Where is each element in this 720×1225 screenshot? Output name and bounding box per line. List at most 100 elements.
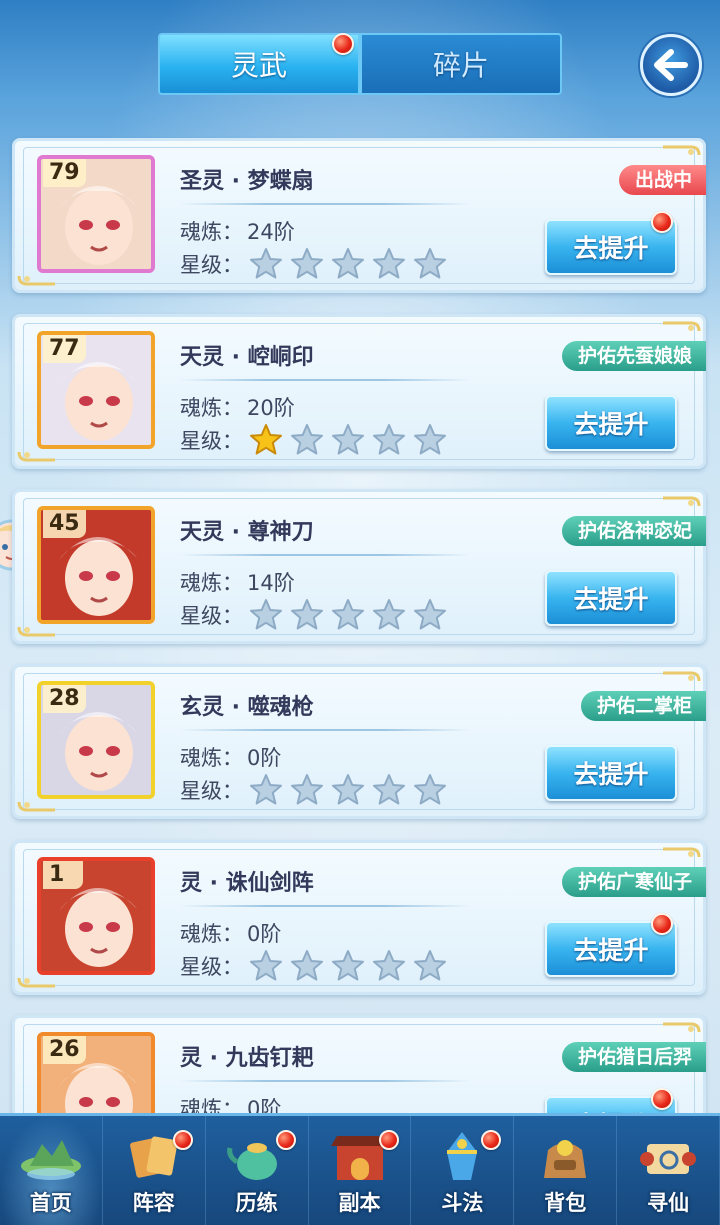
weapon-portrait[interactable]: 28 [37, 681, 155, 799]
tab-bar: 灵武 碎片 [158, 33, 562, 95]
star-rating: 星级： [180, 598, 454, 632]
nav-item-teapot-training[interactable]: 历练 [206, 1116, 309, 1225]
star-empty-icon [373, 950, 405, 981]
tab-weapons[interactable]: 灵武 [158, 33, 360, 95]
tab-fragments[interactable]: 碎片 [360, 33, 562, 95]
tab-fragments-label: 碎片 [432, 49, 489, 82]
notification-dot-icon [651, 211, 673, 233]
weapon-portrait[interactable]: 77 [37, 331, 155, 449]
star-rating: 星级： [180, 247, 454, 281]
star-label: 星级： [180, 253, 243, 277]
weapon-name: 灵 · 九齿钉耙 [180, 1046, 314, 1071]
star-empty-icon [291, 248, 323, 279]
corner-ornament-icon [663, 321, 701, 332]
divider [180, 905, 470, 907]
tab-weapons-label: 灵武 [230, 49, 287, 82]
divider [180, 729, 470, 731]
upgrade-button[interactable]: 去提升 [545, 570, 677, 626]
star-rating: 星级： [180, 949, 454, 983]
corner-ornament-icon [17, 801, 55, 812]
refine-level: 魂炼： 24阶 [180, 216, 295, 246]
nav-label: 副本 [338, 1191, 381, 1215]
corner-ornament-icon [663, 1022, 701, 1033]
refine-label: 魂炼： [180, 922, 243, 946]
divider [180, 554, 470, 556]
star-rating: 星级： [180, 423, 454, 457]
upgrade-button[interactable]: 去提升 [545, 395, 677, 451]
weapon-name: 灵 · 诛仙剑阵 [180, 871, 314, 896]
weapon-card[interactable]: 79 圣灵 · 梦蝶扇 魂炼： 24阶 星级： 出战中 去提升 [12, 138, 706, 293]
nav-item-home-island[interactable]: 首页 [0, 1116, 103, 1225]
notification-dot-icon [172, 1130, 193, 1150]
weapon-name: 圣灵 · 梦蝶扇 [180, 169, 314, 194]
star-empty-icon [291, 950, 323, 981]
status-badge: 护佑广寒仙子 [561, 867, 706, 897]
level-badge: 28 [43, 685, 86, 713]
notification-dot-icon [332, 33, 354, 55]
weapon-card[interactable]: 28 玄灵 · 噬魂枪 魂炼： 0阶 星级： 护佑二掌柜 去提升 [12, 664, 706, 819]
star-empty-icon [373, 248, 405, 279]
level-badge: 77 [43, 335, 86, 363]
star-empty-icon [291, 599, 323, 630]
corner-ornament-icon [663, 671, 701, 682]
home-island-icon [20, 1140, 81, 1180]
star-empty-icon [414, 774, 446, 805]
upgrade-button[interactable]: 去提升 [545, 745, 677, 801]
weapon-card[interactable]: 1 灵 · 诛仙剑阵 魂炼： 0阶 星级： 护佑广寒仙子去提升 [12, 840, 706, 995]
refine-label: 魂炼： [180, 571, 243, 595]
star-empty-icon [373, 599, 405, 630]
refine-value: 24阶 [247, 220, 295, 244]
refine-label: 魂炼： [180, 396, 243, 420]
nav-item-gate-dungeon[interactable]: 副本 [309, 1116, 412, 1225]
divider [180, 379, 470, 381]
nav-item-bag[interactable]: 背包 [514, 1116, 618, 1225]
star-empty-icon [250, 950, 282, 981]
nav-item-cards-lineup[interactable]: 阵容 [103, 1116, 206, 1225]
weapon-portrait[interactable]: 79 [37, 155, 155, 273]
status-badge: 护佑洛神宓妃 [561, 516, 706, 546]
nav-label: 首页 [29, 1191, 72, 1215]
upgrade-button[interactable]: 去提升 [545, 211, 677, 275]
notification-dot-icon [651, 1088, 673, 1110]
notification-dot-icon [378, 1130, 399, 1150]
star-label: 星级： [180, 429, 243, 453]
bag-icon [544, 1140, 587, 1178]
star-empty-icon [250, 599, 282, 630]
upgrade-button-label: 去提升 [573, 410, 649, 439]
back-button[interactable] [640, 34, 702, 96]
upgrade-button-label: 去提升 [573, 760, 649, 789]
star-empty-icon [414, 950, 446, 981]
nav-item-scroll-search[interactable]: 寻仙 [617, 1116, 720, 1225]
star-empty-icon [332, 774, 364, 805]
refine-level: 魂炼： 20阶 [180, 392, 295, 422]
star-rating: 星级： [180, 773, 454, 807]
level-badge: 1 [43, 861, 83, 889]
refine-value: 14阶 [247, 571, 295, 595]
bottom-nav: 首页 阵容 历练 副本 斗法 背包 寻仙 [0, 1113, 720, 1225]
weapon-card[interactable]: 45 天灵 · 尊神刀 魂炼： 14阶 星级： 护佑洛神宓妃 去提升 [12, 489, 706, 644]
star-empty-icon [332, 424, 364, 455]
star-empty-icon [414, 248, 446, 279]
weapon-portrait[interactable]: 1 [37, 857, 155, 975]
upgrade-button-label: 去提升 [573, 585, 649, 614]
corner-ornament-icon [17, 451, 55, 462]
nav-label: 阵容 [132, 1191, 175, 1215]
upgrade-button-label: 去提升 [573, 234, 649, 263]
nav-label: 背包 [544, 1191, 587, 1215]
corner-ornament-icon [663, 145, 701, 156]
star-empty-icon [414, 599, 446, 630]
status-badge: 护佑先蚕娘娘 [561, 341, 706, 371]
star-label: 星级： [180, 955, 243, 979]
star-empty-icon [414, 424, 446, 455]
scroll-search-icon [640, 1144, 697, 1174]
nav-label: 斗法 [441, 1191, 484, 1215]
level-badge: 26 [43, 1036, 86, 1064]
upgrade-button[interactable]: 去提升 [545, 913, 677, 977]
star-empty-icon [291, 424, 323, 455]
weapon-card[interactable]: 77 天灵 · 崆峒印 魂炼： 20阶 星级： 护佑先蚕娘娘 去提升 [12, 314, 706, 469]
refine-value: 0阶 [247, 922, 282, 946]
star-empty-icon [373, 424, 405, 455]
weapon-portrait[interactable]: 45 [37, 506, 155, 624]
nav-item-tower-battle[interactable]: 斗法 [411, 1116, 515, 1225]
corner-ornament-icon [663, 847, 701, 858]
